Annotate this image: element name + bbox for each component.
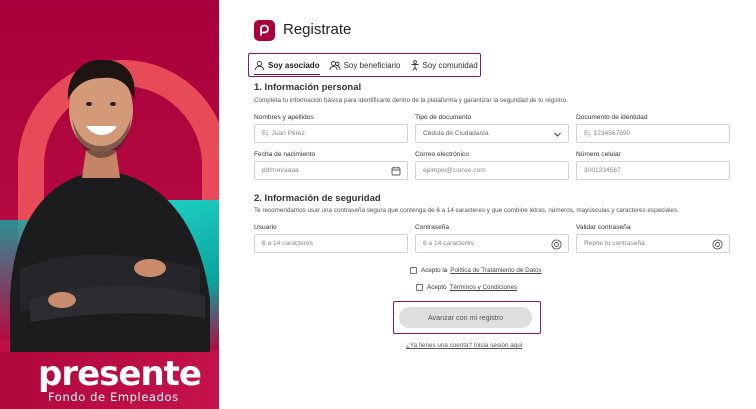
role-tabs: Soy asociado Soy beneficiario Soy comuni…: [248, 53, 481, 77]
doc-id-placeholder: Ej. 1234567890: [584, 130, 631, 137]
page-title: Registrate: [283, 21, 352, 38]
username-input[interactable]: 6 a 14 caracteres: [254, 234, 408, 253]
phone-placeholder: 3001234567: [584, 167, 621, 174]
doc-id-label: Documento de identidad: [576, 114, 648, 121]
security-section-title: 2. Información de seguridad: [254, 193, 381, 204]
doc-type-label: Tipo de documento: [415, 114, 472, 121]
email-label: Correo electrónico: [415, 151, 469, 158]
password-label: Contraseña: [415, 224, 450, 231]
doc-type-select[interactable]: Cédula de Ciudadanía: [415, 124, 569, 143]
personal-section-title: 1. Información personal: [254, 82, 362, 93]
tab-label: Soy beneficiario: [343, 60, 401, 70]
phone-input[interactable]: 3001234567: [576, 161, 730, 180]
password-placeholder: 6 a 14 caracteres: [423, 240, 474, 247]
privacy-checkbox[interactable]: [410, 267, 417, 274]
tab-soy-beneficiario[interactable]: Soy beneficiario: [328, 54, 401, 76]
user-icon: [254, 60, 265, 70]
birth-date-input[interactable]: dd/mm/aaaa: [254, 161, 408, 180]
terms-prefix: Acepto: [427, 284, 447, 291]
brand-logo: presente: [38, 354, 202, 394]
terms-link[interactable]: Términos y Condiciones: [450, 284, 518, 291]
eye-icon[interactable]: [551, 239, 562, 250]
users-icon: [328, 60, 341, 70]
eye-icon[interactable]: [712, 239, 723, 250]
hero-panel: presente Fondo de Empleados: [0, 0, 219, 409]
confirm-password-input[interactable]: Repite tu contraseña: [576, 234, 730, 253]
username-placeholder: 6 a 14 caracteres: [262, 240, 313, 247]
community-icon: [411, 59, 418, 71]
personal-section-description: Completa tu información básica para iden…: [254, 97, 568, 104]
tab-soy-comunidad[interactable]: Soy comunidad: [410, 54, 478, 76]
confirm-password-label: Validar contraseña: [576, 224, 631, 231]
hero-person-photo: [10, 59, 210, 352]
doc-id-input[interactable]: Ej. 1234567890: [576, 124, 730, 143]
tab-label: Soy comunidad: [422, 60, 478, 70]
submit-highlight: Avanzar con mi registro: [393, 301, 541, 334]
calendar-icon[interactable]: [391, 166, 401, 176]
phone-label: Número celular: [576, 151, 621, 158]
login-link[interactable]: ¿Ya tienes una cuenta? Inicia sesión aqu…: [406, 342, 522, 349]
privacy-policy-link[interactable]: Política de Tratamiento de Datos: [450, 267, 541, 274]
user-label: Usuario: [254, 224, 277, 231]
terms-consent: Acepto Términos y Condiciones: [416, 284, 517, 291]
doc-type-value: Cédula de Ciudadanía: [423, 130, 489, 137]
confirm-password-placeholder: Repite tu contraseña: [584, 240, 645, 247]
privacy-prefix: Acepto la: [421, 267, 448, 274]
email-input[interactable]: ejemplo@correo.com: [415, 161, 569, 180]
submit-button[interactable]: Avanzar con mi registro: [399, 307, 532, 328]
security-section-description: Te recomendamos usar una contraseña segu…: [254, 207, 679, 214]
name-input[interactable]: Ej. Juan Pérez: [254, 124, 408, 143]
app-logo-icon: [254, 20, 275, 41]
email-placeholder: ejemplo@correo.com: [423, 167, 486, 174]
brand-tagline: Fondo de Empleados: [48, 390, 179, 404]
name-label: Nombres y apellidos: [254, 114, 314, 121]
password-input[interactable]: 6 a 14 caracteres: [415, 234, 569, 253]
chevron-down-icon: [554, 132, 561, 137]
tab-label: Soy asociado: [268, 60, 320, 70]
terms-checkbox[interactable]: [416, 284, 423, 291]
birth-placeholder: dd/mm/aaaa: [262, 167, 299, 174]
name-placeholder: Ej. Juan Pérez: [262, 130, 305, 137]
birth-label: Fecha de nacimiento: [254, 151, 316, 158]
tab-soy-asociado[interactable]: Soy asociado: [254, 54, 320, 76]
privacy-consent: Acepto la Política de Tratamiento de Dat…: [410, 267, 542, 274]
